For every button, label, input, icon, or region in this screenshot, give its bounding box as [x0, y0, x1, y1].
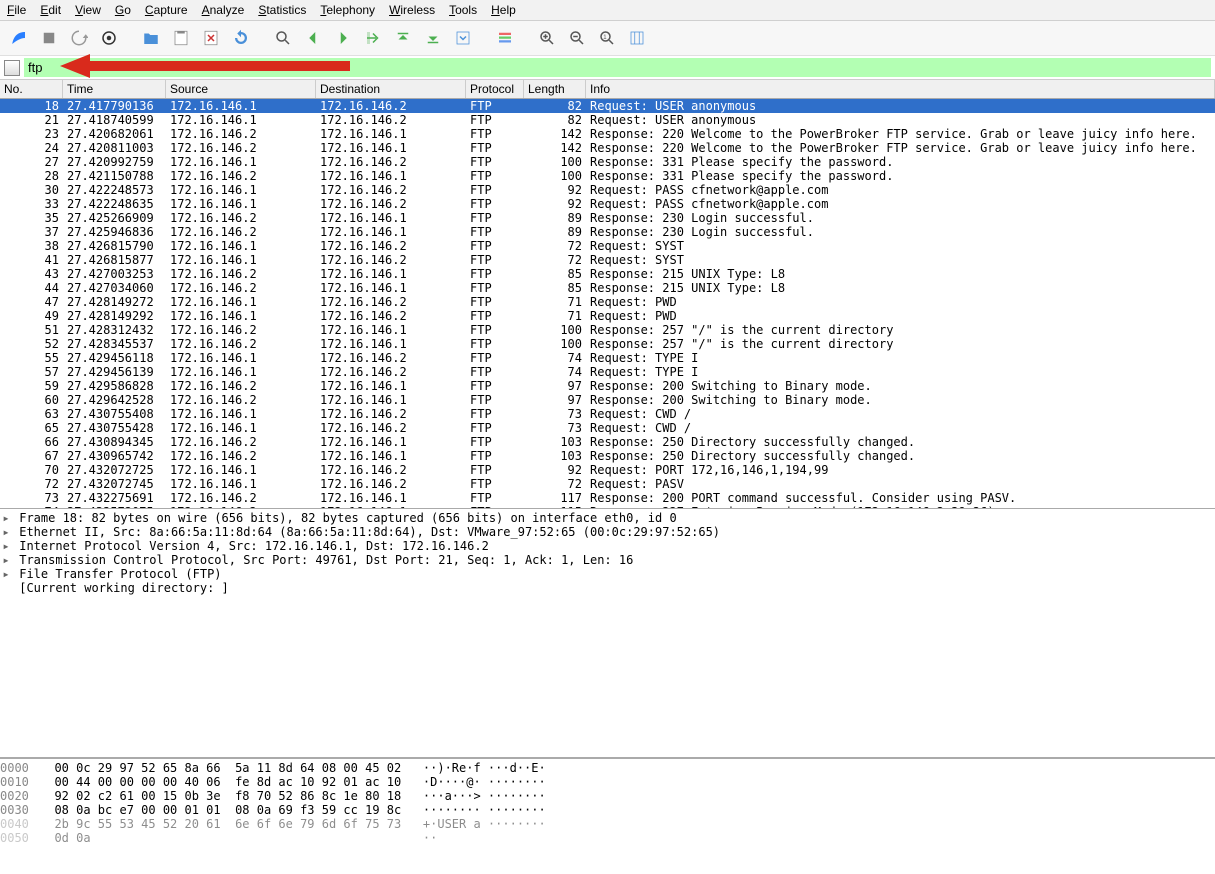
restart-capture-icon[interactable]	[66, 25, 92, 51]
packet-row[interactable]: 6027.429642528172.16.146.2172.16.146.1FT…	[0, 393, 1215, 407]
packet-row[interactable]: 7327.432275691172.16.146.2172.16.146.1FT…	[0, 491, 1215, 505]
autoscroll-icon[interactable]	[450, 25, 476, 51]
tree-item[interactable]: ▸ Transmission Control Protocol, Src Por…	[0, 553, 1215, 567]
menu-capture[interactable]: Capture	[145, 3, 188, 17]
packet-row[interactable]: 6327.430755408172.16.146.1172.16.146.2FT…	[0, 407, 1215, 421]
hex-row[interactable]: 0030 08 0a bc e7 00 00 01 01 08 0a 69 f3…	[0, 803, 1215, 817]
packet-row[interactable]: 4127.426815877172.16.146.1172.16.146.2FT…	[0, 253, 1215, 267]
go-back-icon[interactable]	[300, 25, 326, 51]
capture-options-icon[interactable]	[96, 25, 122, 51]
packet-row[interactable]: 2127.418740599172.16.146.1172.16.146.2FT…	[0, 113, 1215, 127]
packet-row[interactable]: 2427.420811003172.16.146.2172.16.146.1FT…	[0, 141, 1215, 155]
packet-bytes-pane[interactable]: 0000 00 0c 29 97 52 65 8a 66 5a 11 8d 64…	[0, 759, 1215, 849]
tree-item[interactable]: ▸ Ethernet II, Src: 8a:66:5a:11:8d:64 (8…	[0, 525, 1215, 539]
find-icon[interactable]	[270, 25, 296, 51]
col-source[interactable]: Source	[166, 80, 316, 98]
colorize-icon[interactable]	[492, 25, 518, 51]
col-proto[interactable]: Protocol	[466, 80, 524, 98]
display-filter-input[interactable]	[24, 58, 1211, 77]
hex-row[interactable]: 0020 92 02 c2 61 00 15 0b 3e f8 70 52 86…	[0, 789, 1215, 803]
hex-row[interactable]: 0040 2b 9c 55 53 45 52 20 61 6e 6f 6e 79…	[0, 817, 1215, 831]
hex-row[interactable]: 0010 00 44 00 00 00 00 40 06 fe 8d ac 10…	[0, 775, 1215, 789]
menu-view[interactable]: View	[75, 3, 101, 17]
packet-row[interactable]: 6627.430894345172.16.146.2172.16.146.1FT…	[0, 435, 1215, 449]
fin-icon[interactable]	[6, 25, 32, 51]
zoom-out-icon[interactable]	[564, 25, 590, 51]
col-info[interactable]: Info	[586, 80, 1215, 98]
packet-row[interactable]: 3527.425266909172.16.146.2172.16.146.1FT…	[0, 211, 1215, 225]
go-first-icon[interactable]	[390, 25, 416, 51]
packet-row[interactable]: 5927.429586828172.16.146.2172.16.146.1FT…	[0, 379, 1215, 393]
menu-analyze[interactable]: Analyze	[202, 3, 245, 17]
packet-row[interactable]: 2727.420992759172.16.146.1172.16.146.2FT…	[0, 155, 1215, 169]
menu-bar: File Edit View Go Capture Analyze Statistics Te…	[0, 0, 1215, 21]
bookmark-icon[interactable]	[4, 60, 20, 76]
menu-wireless[interactable]: Wireless	[389, 3, 435, 17]
packet-row[interactable]: 1827.417790136172.16.146.1172.16.146.2FT…	[0, 99, 1215, 113]
go-to-packet-icon[interactable]	[360, 25, 386, 51]
stop-capture-icon[interactable]	[36, 25, 62, 51]
save-file-icon[interactable]	[168, 25, 194, 51]
menu-edit[interactable]: Edit	[40, 3, 61, 17]
menu-file[interactable]: File	[7, 3, 26, 17]
packet-row[interactable]: 3727.425946836172.16.146.2172.16.146.1FT…	[0, 225, 1215, 239]
menu-telephony[interactable]: Telephony	[320, 3, 375, 17]
packet-row[interactable]: 4727.428149272172.16.146.1172.16.146.2FT…	[0, 295, 1215, 309]
main-toolbar: 1	[0, 21, 1215, 56]
packet-details-pane[interactable]: ▸ Frame 18: 82 bytes on wire (656 bits),…	[0, 509, 1215, 759]
packet-row[interactable]: 5527.429456118172.16.146.1172.16.146.2FT…	[0, 351, 1215, 365]
packet-row[interactable]: 4427.427034060172.16.146.2172.16.146.1FT…	[0, 281, 1215, 295]
packet-row[interactable]: 5727.429456139172.16.146.1172.16.146.2FT…	[0, 365, 1215, 379]
packet-row[interactable]: 4927.428149292172.16.146.1172.16.146.2FT…	[0, 309, 1215, 323]
tree-item[interactable]: ▸ File Transfer Protocol (FTP)	[0, 567, 1215, 581]
tree-item[interactable]: ▸ Frame 18: 82 bytes on wire (656 bits),…	[0, 511, 1215, 525]
packet-row[interactable]: 2327.420682061172.16.146.2172.16.146.1FT…	[0, 127, 1215, 141]
packet-list-pane[interactable]: 1827.417790136172.16.146.1172.16.146.2FT…	[0, 99, 1215, 509]
menu-help[interactable]: Help	[491, 3, 516, 17]
packet-row[interactable]: 3827.426815790172.16.146.1172.16.146.2FT…	[0, 239, 1215, 253]
close-file-icon[interactable]	[198, 25, 224, 51]
reload-icon[interactable]	[228, 25, 254, 51]
packet-row[interactable]: 3027.422248573172.16.146.1172.16.146.2FT…	[0, 183, 1215, 197]
go-forward-icon[interactable]	[330, 25, 356, 51]
resize-columns-icon[interactable]	[624, 25, 650, 51]
tree-item[interactable]: ▸ Internet Protocol Version 4, Src: 172.…	[0, 539, 1215, 553]
col-no[interactable]: No.	[0, 80, 63, 98]
packet-row[interactable]: 6527.430755428172.16.146.1172.16.146.2FT…	[0, 421, 1215, 435]
packet-row[interactable]: 5127.428312432172.16.146.2172.16.146.1FT…	[0, 323, 1215, 337]
packet-row[interactable]: 5227.428345537172.16.146.2172.16.146.1FT…	[0, 337, 1215, 351]
menu-statistics[interactable]: Statistics	[258, 3, 306, 17]
col-length[interactable]: Length	[524, 80, 586, 98]
col-time[interactable]: Time	[63, 80, 166, 98]
hex-row[interactable]: 0050 0d 0a ··	[0, 831, 1215, 845]
tree-item[interactable]: [Current working directory: ]	[0, 581, 1215, 595]
display-filter-bar	[0, 56, 1215, 80]
zoom-reset-icon[interactable]: 1	[594, 25, 620, 51]
col-dest[interactable]: Destination	[316, 80, 466, 98]
svg-text:1: 1	[603, 35, 607, 41]
go-last-icon[interactable]	[420, 25, 446, 51]
menu-go[interactable]: Go	[115, 3, 131, 17]
zoom-in-icon[interactable]	[534, 25, 560, 51]
packet-row[interactable]: 7027.432072725172.16.146.1172.16.146.2FT…	[0, 463, 1215, 477]
packet-list-header[interactable]: No. Time Source Destination Protocol Len…	[0, 80, 1215, 99]
menu-tools[interactable]: Tools	[449, 3, 477, 17]
hex-row[interactable]: 0000 00 0c 29 97 52 65 8a 66 5a 11 8d 64…	[0, 761, 1215, 775]
packet-row[interactable]: 6727.430965742172.16.146.2172.16.146.1FT…	[0, 449, 1215, 463]
packet-row[interactable]: 3327.422248635172.16.146.1172.16.146.2FT…	[0, 197, 1215, 211]
open-file-icon[interactable]	[138, 25, 164, 51]
packet-row[interactable]: 2827.421150788172.16.146.2172.16.146.1FT…	[0, 169, 1215, 183]
packet-row[interactable]: 7227.432072745172.16.146.1172.16.146.2FT…	[0, 477, 1215, 491]
packet-row[interactable]: 4327.427003253172.16.146.2172.16.146.1FT…	[0, 267, 1215, 281]
